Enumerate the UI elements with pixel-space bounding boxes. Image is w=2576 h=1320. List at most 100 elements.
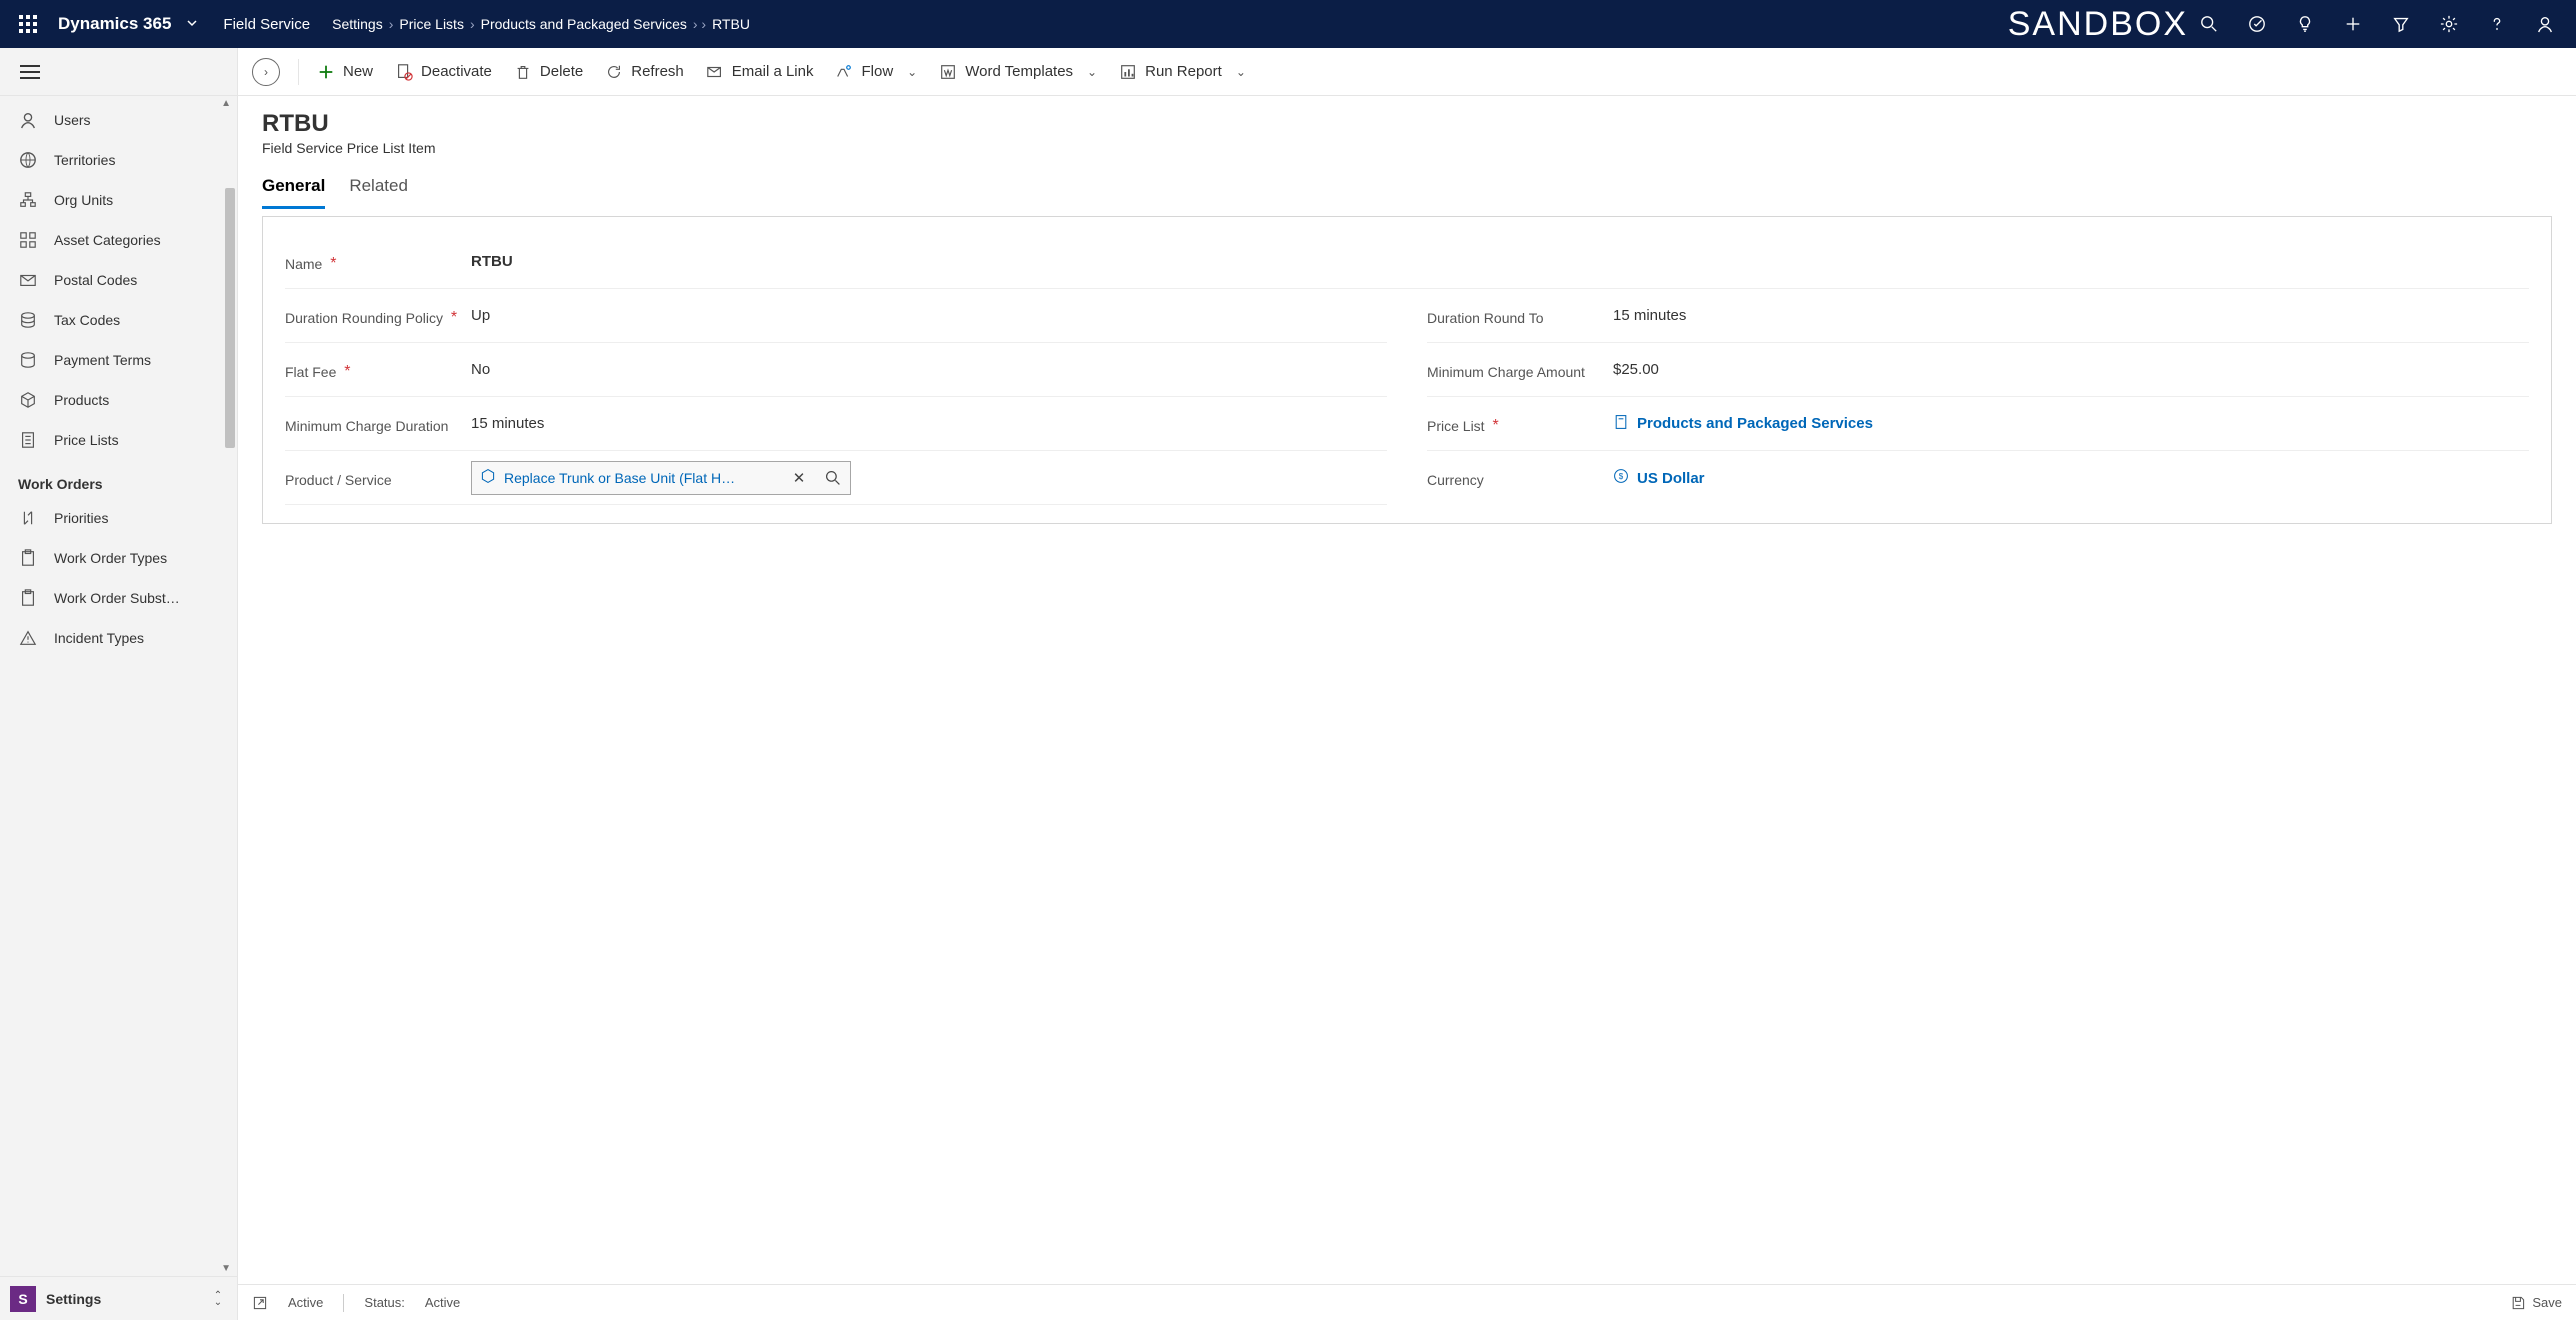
sidebar-item-label: Priorities — [54, 510, 108, 526]
field-label: Duration Rounding Policy — [285, 309, 443, 327]
sidebar-item-users[interactable]: Users — [0, 100, 237, 140]
filter-icon[interactable] — [2390, 13, 2412, 35]
brand-label[interactable]: Dynamics 365 — [58, 14, 171, 34]
sidebar-item-territories[interactable]: Territories — [0, 140, 237, 180]
breadcrumb-item[interactable]: RTBU — [712, 16, 750, 32]
chevron-down-icon: ⌄ — [907, 65, 917, 79]
sidebar-item-products[interactable]: Products — [0, 380, 237, 420]
category-icon — [18, 231, 38, 249]
sidebar-item-label: Incident Types — [54, 630, 144, 646]
tab-general[interactable]: General — [262, 176, 325, 209]
sidebar-item-incident-types[interactable]: Incident Types — [0, 618, 237, 658]
task-icon[interactable] — [2246, 13, 2268, 35]
sidebar-item-asset-categories[interactable]: Asset Categories — [0, 220, 237, 260]
sidebar-item-label: Work Order Subst… — [54, 590, 180, 606]
hamburger-icon[interactable] — [0, 48, 237, 96]
cmd-label: Word Templates — [965, 63, 1073, 80]
sidebar-item-work-order-types[interactable]: Work Order Types — [0, 538, 237, 578]
field-label: Currency — [1427, 471, 1484, 489]
save-button[interactable]: Save — [2510, 1295, 2562, 1311]
duration-round-to-field[interactable]: 15 minutes — [1607, 307, 2529, 324]
field-label: Duration Round To — [1427, 309, 1543, 327]
area-badge: S — [10, 1286, 36, 1312]
sidebar-item-payment-terms[interactable]: Payment Terms — [0, 340, 237, 380]
deactivate-button[interactable]: Deactivate — [395, 63, 492, 81]
chevron-right-icon: › — [470, 16, 475, 32]
product-lookup-field[interactable]: Replace Trunk or Base Unit (Flat H… ✕ — [471, 461, 851, 495]
area-updown-icon[interactable]: ⌃⌄ — [209, 1292, 227, 1306]
payment-icon — [18, 351, 38, 369]
refresh-button[interactable]: Refresh — [605, 63, 684, 81]
clipboard-icon — [18, 589, 38, 607]
field-label: Name — [285, 255, 322, 273]
globe-icon — [18, 151, 38, 169]
search-icon[interactable] — [2198, 13, 2220, 35]
sidebar-item-work-order-subst[interactable]: Work Order Subst… — [0, 578, 237, 618]
status-label: Status: — [364, 1295, 404, 1310]
postal-icon — [18, 271, 38, 289]
area-switcher[interactable]: Settings — [46, 1291, 199, 1307]
divider — [343, 1294, 344, 1312]
currency-lookup[interactable]: US Dollar — [1637, 470, 1705, 487]
scrollbar-thumb[interactable] — [225, 188, 235, 448]
min-charge-amount-field[interactable]: $25.00 — [1607, 361, 2529, 378]
sidebar-item-price-lists[interactable]: Price Lists — [0, 420, 237, 460]
help-icon[interactable] — [2486, 13, 2508, 35]
tax-icon — [18, 311, 38, 329]
email-link-button[interactable]: Email a Link — [706, 63, 814, 81]
product-lookup-value: Replace Trunk or Base Unit (Flat H… — [504, 470, 778, 486]
sidebar-item-postal-codes[interactable]: Postal Codes — [0, 260, 237, 300]
pricelist-icon — [18, 431, 38, 449]
popout-icon[interactable] — [252, 1295, 268, 1311]
sidebar-item-priorities[interactable]: Priorities — [0, 498, 237, 538]
field-label: Flat Fee — [285, 363, 336, 381]
lightbulb-icon[interactable] — [2294, 13, 2316, 35]
sidebar-item-label: Users — [54, 112, 91, 128]
gear-icon[interactable] — [2438, 13, 2460, 35]
brand-chevron-icon[interactable] — [185, 16, 199, 33]
required-icon: * — [328, 255, 338, 273]
org-icon — [18, 191, 38, 209]
sidebar-item-org-units[interactable]: Org Units — [0, 180, 237, 220]
module-label[interactable]: Field Service — [223, 16, 310, 33]
required-icon: * — [342, 363, 352, 381]
user-icon — [18, 111, 38, 129]
field-label: Minimum Charge Duration — [285, 417, 448, 435]
app-launcher-icon[interactable] — [10, 6, 46, 42]
sidebar-item-label: Work Order Types — [54, 550, 167, 566]
price-list-lookup[interactable]: Products and Packaged Services — [1637, 415, 1873, 432]
cmd-label: New — [343, 63, 373, 80]
sidebar-item-label: Territories — [54, 152, 115, 168]
plus-icon[interactable] — [2342, 13, 2364, 35]
run-report-button[interactable]: Run Report ⌄ — [1119, 63, 1246, 81]
flow-button[interactable]: Flow ⌄ — [835, 63, 917, 81]
name-field[interactable]: RTBU — [465, 253, 2529, 270]
new-button[interactable]: New — [317, 63, 373, 81]
search-icon[interactable] — [820, 465, 846, 491]
scroll-down-icon[interactable]: ▼ — [221, 1263, 231, 1274]
sidebar-item-label: Tax Codes — [54, 312, 120, 328]
user-icon[interactable] — [2534, 13, 2556, 35]
sidebar-item-label: Org Units — [54, 192, 113, 208]
breadcrumb-item[interactable]: Products and Packaged Services — [481, 16, 687, 32]
sidebar-item-tax-codes[interactable]: Tax Codes — [0, 300, 237, 340]
delete-button[interactable]: Delete — [514, 63, 583, 81]
product-icon — [480, 468, 496, 488]
go-back-icon[interactable]: › — [252, 58, 280, 86]
save-label: Save — [2532, 1295, 2562, 1310]
sandbox-label: SANDBOX — [2008, 5, 2188, 44]
tab-related[interactable]: Related — [349, 176, 408, 209]
breadcrumb-item[interactable]: Settings — [332, 16, 383, 32]
product-icon — [18, 391, 38, 409]
word-templates-button[interactable]: Word Templates ⌄ — [939, 63, 1097, 81]
cmd-label: Run Report — [1145, 63, 1222, 80]
clear-icon[interactable]: ✕ — [786, 465, 812, 491]
scroll-up-icon[interactable]: ▲ — [221, 98, 231, 109]
breadcrumb-item[interactable]: Price Lists — [399, 16, 464, 32]
flat-fee-field[interactable]: No — [465, 361, 1387, 378]
duration-rounding-policy-field[interactable]: Up — [465, 307, 1387, 324]
min-charge-duration-field[interactable]: 15 minutes — [465, 415, 1387, 432]
priority-icon — [18, 509, 38, 527]
record-subtitle: Field Service Price List Item — [262, 140, 2552, 156]
currency-icon: $ — [1613, 468, 1629, 488]
